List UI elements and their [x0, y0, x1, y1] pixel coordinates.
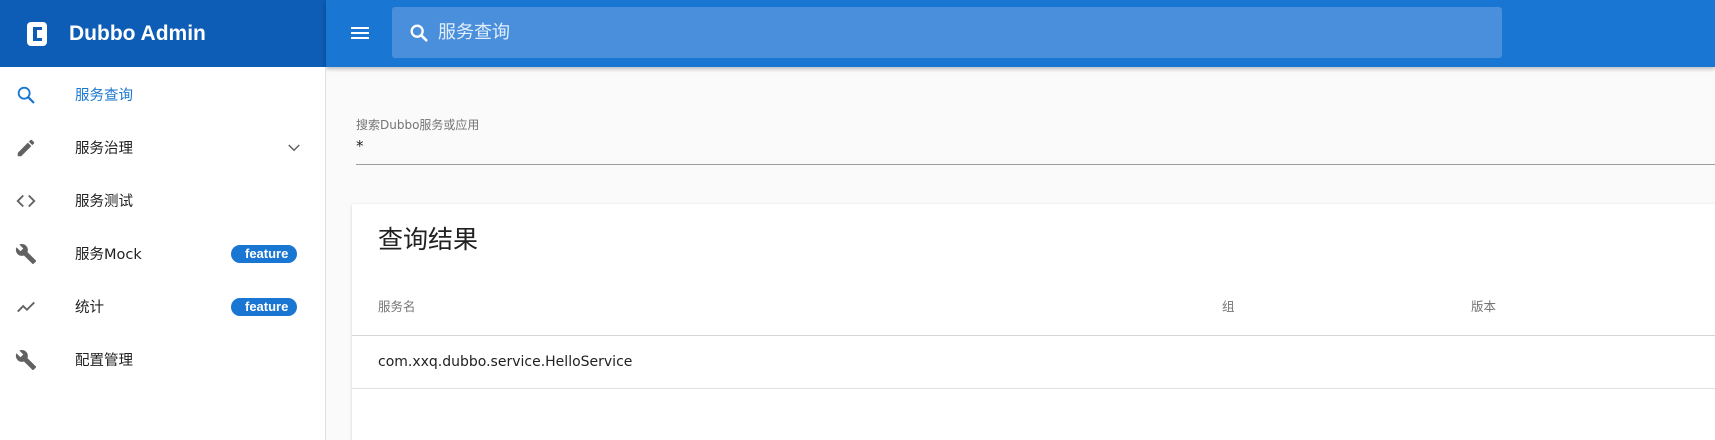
- column-header-group[interactable]: 组: [1222, 296, 1235, 315]
- wrench-icon: [14, 242, 38, 266]
- search-field-underline: [356, 164, 1715, 165]
- search-field-label: 搜索Dubbo服务或应用: [356, 118, 480, 132]
- wrench-icon: [14, 348, 38, 372]
- table-row[interactable]: com.xxq.dubbo.service.HelloService: [352, 336, 1715, 389]
- sidebar-item-label: 服务查询: [75, 88, 133, 104]
- feature-badge: feature: [231, 244, 298, 263]
- results-card: 查询结果 服务名 组 版本 com.xxq.dubbo.service.Hell…: [352, 204, 1715, 440]
- results-title: 查询结果: [378, 225, 479, 254]
- header-search-input[interactable]: [436, 21, 1440, 44]
- search-icon: [408, 22, 430, 44]
- sidebar-item-service-query[interactable]: 服务查询: [0, 68, 325, 121]
- sidebar-item-label: 配置管理: [75, 353, 133, 369]
- column-header-service-name[interactable]: 服务名: [378, 296, 416, 315]
- hamburger-menu-icon[interactable]: [348, 21, 372, 45]
- feature-badge: feature: [231, 297, 298, 316]
- dubbo-logo-icon: [23, 20, 51, 48]
- sidebar-item-label: 统计: [75, 300, 104, 316]
- sidebar-item-statistics[interactable]: 统计 feature: [0, 280, 325, 333]
- service-name-cell: com.xxq.dubbo.service.HelloService: [378, 354, 633, 370]
- app-title: Dubbo Admin: [69, 21, 206, 45]
- main-content: 搜索Dubbo服务或应用 * 查询结果 服务名 组 版本 com.xxq.dub…: [326, 67, 1715, 440]
- sidebar-item-label: 服务治理: [75, 141, 133, 157]
- sidebar-item-config-management[interactable]: 配置管理: [0, 333, 325, 386]
- sidebar-item-service-governance[interactable]: 服务治理: [0, 121, 325, 174]
- search-icon: [14, 83, 38, 107]
- trending-up-icon: [14, 295, 38, 319]
- top-bar: [326, 0, 1715, 67]
- sidebar-header: Dubbo Admin: [0, 0, 326, 67]
- chevron-down-icon[interactable]: [285, 139, 303, 157]
- code-icon: [14, 189, 38, 213]
- sidebar-item-service-test[interactable]: 服务测试: [0, 174, 325, 227]
- sidebar-item-label: 服务Mock: [75, 247, 142, 263]
- column-header-version[interactable]: 版本: [1471, 296, 1496, 315]
- header-search-box[interactable]: [392, 7, 1502, 58]
- search-field-input[interactable]: *: [356, 137, 364, 155]
- pencil-icon: [14, 136, 38, 160]
- sidebar-item-service-mock[interactable]: 服务Mock feature: [0, 227, 325, 280]
- sidebar-item-label: 服务测试: [75, 194, 133, 210]
- sidebar-nav: 服务查询 服务治理 服务测试 服务Mock feature 统计 feature…: [0, 67, 326, 440]
